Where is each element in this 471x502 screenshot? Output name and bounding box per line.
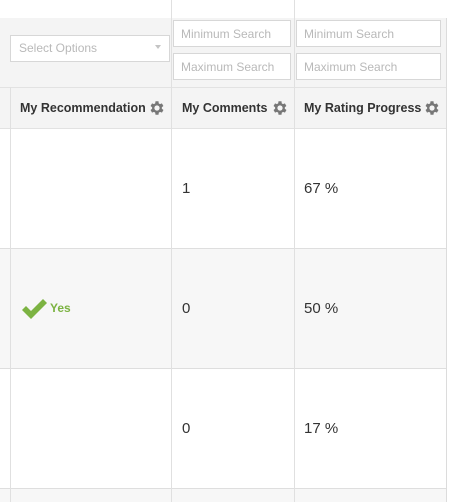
comments-maximum-search-input[interactable]	[173, 53, 291, 80]
chevron-down-icon	[155, 45, 161, 49]
table-header: My Recommendation My Comments My Rating …	[0, 88, 447, 129]
comments-minimum-search-input[interactable]	[173, 20, 291, 47]
table-row[interactable]: 1 67 %	[0, 129, 447, 249]
gear-icon[interactable]	[423, 99, 441, 117]
column-header-label: My Comments	[182, 101, 268, 115]
column-header-label: My Recommendation	[20, 101, 146, 115]
checkmark-icon	[22, 299, 47, 319]
recommendation-cell	[20, 369, 170, 488]
progress-minimum-search-input[interactable]	[296, 20, 441, 47]
recommendation-filter-select[interactable]: Select Options	[10, 35, 170, 62]
comments-cell: 0	[182, 300, 191, 317]
gear-icon[interactable]	[271, 99, 289, 117]
results-table-view: Select Options My Recommendation My Comm…	[0, 0, 471, 502]
select-placeholder: Select Options	[19, 41, 98, 55]
recommendation-label: Yes	[50, 301, 71, 315]
column-header-my-recommendation[interactable]: My Recommendation	[20, 88, 146, 128]
column-divider	[171, 0, 172, 502]
rating-progress-cell: 50 %	[304, 300, 339, 317]
column-header-my-comments[interactable]: My Comments	[182, 88, 267, 128]
column-header-my-rating-progress[interactable]: My Rating Progress	[304, 88, 421, 128]
comments-cell: 0	[182, 420, 191, 437]
table-right-border	[446, 18, 447, 502]
rating-progress-cell: 17 %	[304, 420, 339, 437]
gear-icon[interactable]	[148, 99, 166, 117]
column-header-label: My Rating Progress	[304, 101, 422, 115]
column-divider	[10, 87, 11, 502]
comments-cell: 1	[182, 180, 191, 197]
recommendation-cell	[20, 129, 170, 248]
table-row[interactable]: Yes 0 50 %	[0, 249, 447, 369]
filter-row: Select Options	[0, 18, 447, 88]
recommendation-cell: Yes	[0, 249, 170, 368]
column-divider	[294, 0, 295, 502]
rating-progress-cell: 67 %	[304, 180, 339, 197]
progress-maximum-search-input[interactable]	[296, 53, 441, 80]
table-row[interactable]	[0, 489, 447, 502]
table-row[interactable]: 0 17 %	[0, 369, 447, 489]
